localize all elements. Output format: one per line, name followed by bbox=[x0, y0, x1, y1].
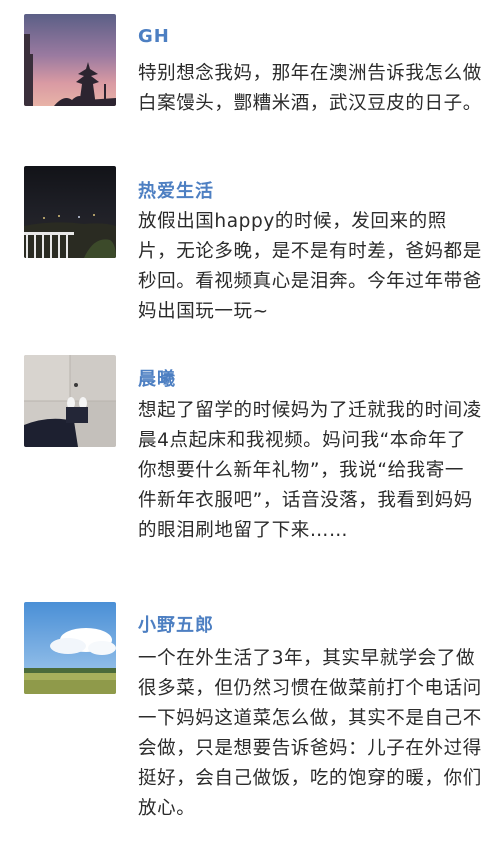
avatar[interactable] bbox=[24, 14, 116, 106]
sky-field-photo-icon bbox=[24, 602, 116, 694]
commenter-name[interactable]: GH bbox=[138, 26, 170, 47]
comment-text: 一个在外生活了3年，其实早就学会了做很多菜，但仍然习惯在做菜前打个电话问一下妈妈… bbox=[138, 648, 482, 819]
night-balcony-photo-icon bbox=[24, 166, 116, 258]
avatar[interactable] bbox=[24, 166, 116, 258]
avatar[interactable] bbox=[24, 602, 116, 694]
comment-text: 特别想念我妈，那年在澳洲告诉我怎么做白案馒头，酆糟米酒，武汉豆皮的日子。 bbox=[138, 63, 482, 114]
commenter-name[interactable]: 晨曦 bbox=[138, 365, 176, 391]
sunset-silhouette-photo-icon bbox=[24, 14, 116, 106]
commenter-name[interactable]: 小野五郎 bbox=[138, 611, 214, 637]
feet-on-floor-photo-icon bbox=[24, 355, 116, 447]
comment-text: 想起了留学的时候妈为了迁就我的时间凌晨4点起床和我视频。妈问我“本命年了你想要什… bbox=[138, 400, 482, 541]
comment-text: 放假出国happy的时候，发回来的照片，无论多晚，是不是有时差，爸妈都是秒回。看… bbox=[138, 211, 482, 322]
avatar[interactable] bbox=[24, 355, 116, 447]
commenter-name[interactable]: 热爱生活 bbox=[138, 177, 214, 203]
